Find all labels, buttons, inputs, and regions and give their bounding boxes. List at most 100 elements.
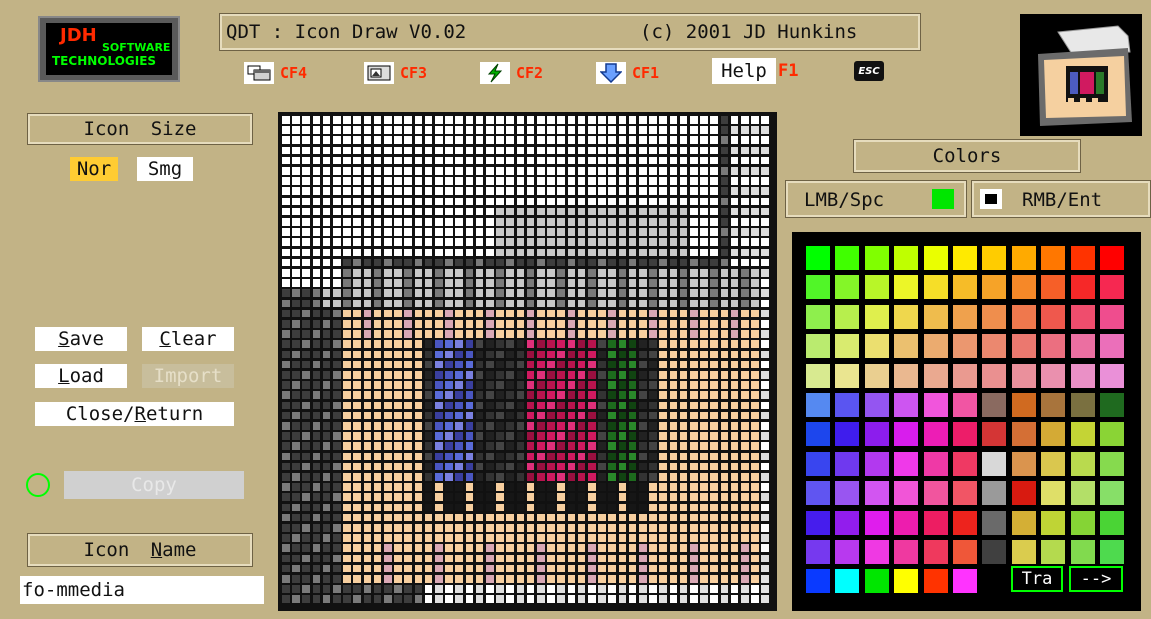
- grid-cell[interactable]: [486, 513, 494, 522]
- grid-cell[interactable]: [526, 442, 535, 450]
- grid-cell[interactable]: [710, 258, 718, 267]
- grid-cell[interactable]: [445, 258, 453, 267]
- grid-cell[interactable]: [516, 391, 525, 399]
- grid-cell[interactable]: [720, 544, 729, 552]
- grid-cell[interactable]: [608, 309, 616, 318]
- grid-cell[interactable]: [445, 534, 453, 542]
- grid-cell[interactable]: [455, 320, 463, 328]
- grid-cell[interactable]: [322, 503, 331, 512]
- grid-cell[interactable]: [639, 330, 647, 338]
- grid-cell[interactable]: [496, 136, 504, 144]
- grid-cell[interactable]: [567, 289, 576, 297]
- grid-cell[interactable]: [526, 156, 535, 165]
- grid-cell[interactable]: [577, 289, 586, 297]
- grid-cell[interactable]: [608, 177, 616, 185]
- grid-cell[interactable]: [537, 258, 545, 267]
- grid-cell[interactable]: [302, 473, 310, 481]
- grid-cell[interactable]: [394, 309, 402, 318]
- palette-swatch[interactable]: [1041, 304, 1066, 329]
- palette-swatch[interactable]: [806, 393, 830, 417]
- grid-cell[interactable]: [730, 462, 739, 471]
- grid-cell[interactable]: [333, 554, 341, 563]
- grid-cell[interactable]: [292, 218, 300, 226]
- grid-cell[interactable]: [547, 350, 555, 359]
- palette-swatch[interactable]: [1070, 334, 1095, 359]
- grid-cell[interactable]: [353, 279, 361, 287]
- grid-cell[interactable]: [730, 544, 739, 552]
- grid-cell[interactable]: [312, 116, 321, 124]
- grid-cell[interactable]: [455, 116, 463, 124]
- grid-cell[interactable]: [363, 320, 372, 328]
- grid-cell[interactable]: [292, 320, 300, 328]
- grid-cell[interactable]: [537, 381, 545, 389]
- grid-cell[interactable]: [302, 493, 310, 501]
- grid-cell[interactable]: [486, 156, 494, 165]
- grid-cell[interactable]: [628, 177, 637, 185]
- grid-cell[interactable]: [526, 534, 535, 542]
- grid-cell[interactable]: [588, 258, 596, 267]
- palette-swatch[interactable]: [923, 540, 948, 564]
- palette-swatch[interactable]: [1100, 363, 1124, 388]
- grid-cell[interactable]: [628, 299, 637, 308]
- grid-cell[interactable]: [373, 534, 382, 542]
- grid-cell[interactable]: [292, 228, 300, 236]
- grid-cell[interactable]: [465, 136, 474, 144]
- grid-cell[interactable]: [537, 391, 545, 399]
- grid-cell[interactable]: [424, 330, 433, 338]
- grid-cell[interactable]: [526, 279, 535, 287]
- grid-cell[interactable]: [690, 340, 698, 348]
- grid-cell[interactable]: [496, 401, 504, 410]
- grid-cell[interactable]: [741, 452, 749, 461]
- grid-cell[interactable]: [435, 177, 443, 185]
- grid-cell[interactable]: [333, 452, 341, 461]
- grid-cell[interactable]: [751, 554, 759, 563]
- grid-cell[interactable]: [435, 248, 443, 257]
- grid-cell[interactable]: [475, 483, 484, 491]
- grid-cell[interactable]: [373, 503, 382, 512]
- grid-cell[interactable]: [639, 207, 647, 216]
- grid-cell[interactable]: [720, 177, 729, 185]
- grid-cell[interactable]: [598, 513, 606, 522]
- grid-cell[interactable]: [496, 258, 504, 267]
- grid-cell[interactable]: [537, 473, 545, 481]
- grid-cell[interactable]: [424, 156, 433, 165]
- grid-cell[interactable]: [333, 544, 341, 552]
- grid-cell[interactable]: [700, 585, 708, 593]
- grid-cell[interactable]: [537, 350, 545, 359]
- grid-cell[interactable]: [588, 524, 596, 532]
- grid-cell[interactable]: [700, 411, 708, 420]
- palette-swatch[interactable]: [982, 510, 1007, 535]
- grid-cell[interactable]: [577, 187, 586, 195]
- grid-cell[interactable]: [282, 197, 290, 206]
- grid-cell[interactable]: [608, 432, 616, 440]
- grid-cell[interactable]: [679, 595, 688, 603]
- grid-cell[interactable]: [506, 483, 514, 491]
- grid-cell[interactable]: [557, 248, 565, 257]
- grid-cell[interactable]: [526, 493, 535, 501]
- grid-cell[interactable]: [608, 218, 616, 226]
- grid-cell[interactable]: [598, 320, 606, 328]
- grid-cell[interactable]: [761, 299, 769, 308]
- grid-cell[interactable]: [322, 401, 331, 410]
- grid-cell[interactable]: [690, 401, 698, 410]
- grid-cell[interactable]: [455, 422, 463, 430]
- grid-cell[interactable]: [557, 269, 565, 277]
- grid-cell[interactable]: [486, 258, 494, 267]
- grid-cell[interactable]: [343, 146, 351, 155]
- grid-cell[interactable]: [363, 238, 372, 246]
- grid-cell[interactable]: [679, 452, 688, 461]
- grid-cell[interactable]: [465, 289, 474, 297]
- grid-cell[interactable]: [730, 360, 739, 369]
- grid-cell[interactable]: [608, 248, 616, 257]
- grid-cell[interactable]: [414, 595, 423, 603]
- grid-cell[interactable]: [475, 442, 484, 450]
- grid-cell[interactable]: [547, 187, 555, 195]
- grid-cell[interactable]: [720, 350, 729, 359]
- grid-cell[interactable]: [343, 187, 351, 195]
- grid-cell[interactable]: [618, 381, 627, 389]
- palette-swatch[interactable]: [953, 569, 977, 594]
- grid-cell[interactable]: [649, 218, 657, 226]
- grid-cell[interactable]: [639, 503, 647, 512]
- grid-cell[interactable]: [669, 401, 678, 410]
- grid-cell[interactable]: [516, 422, 525, 430]
